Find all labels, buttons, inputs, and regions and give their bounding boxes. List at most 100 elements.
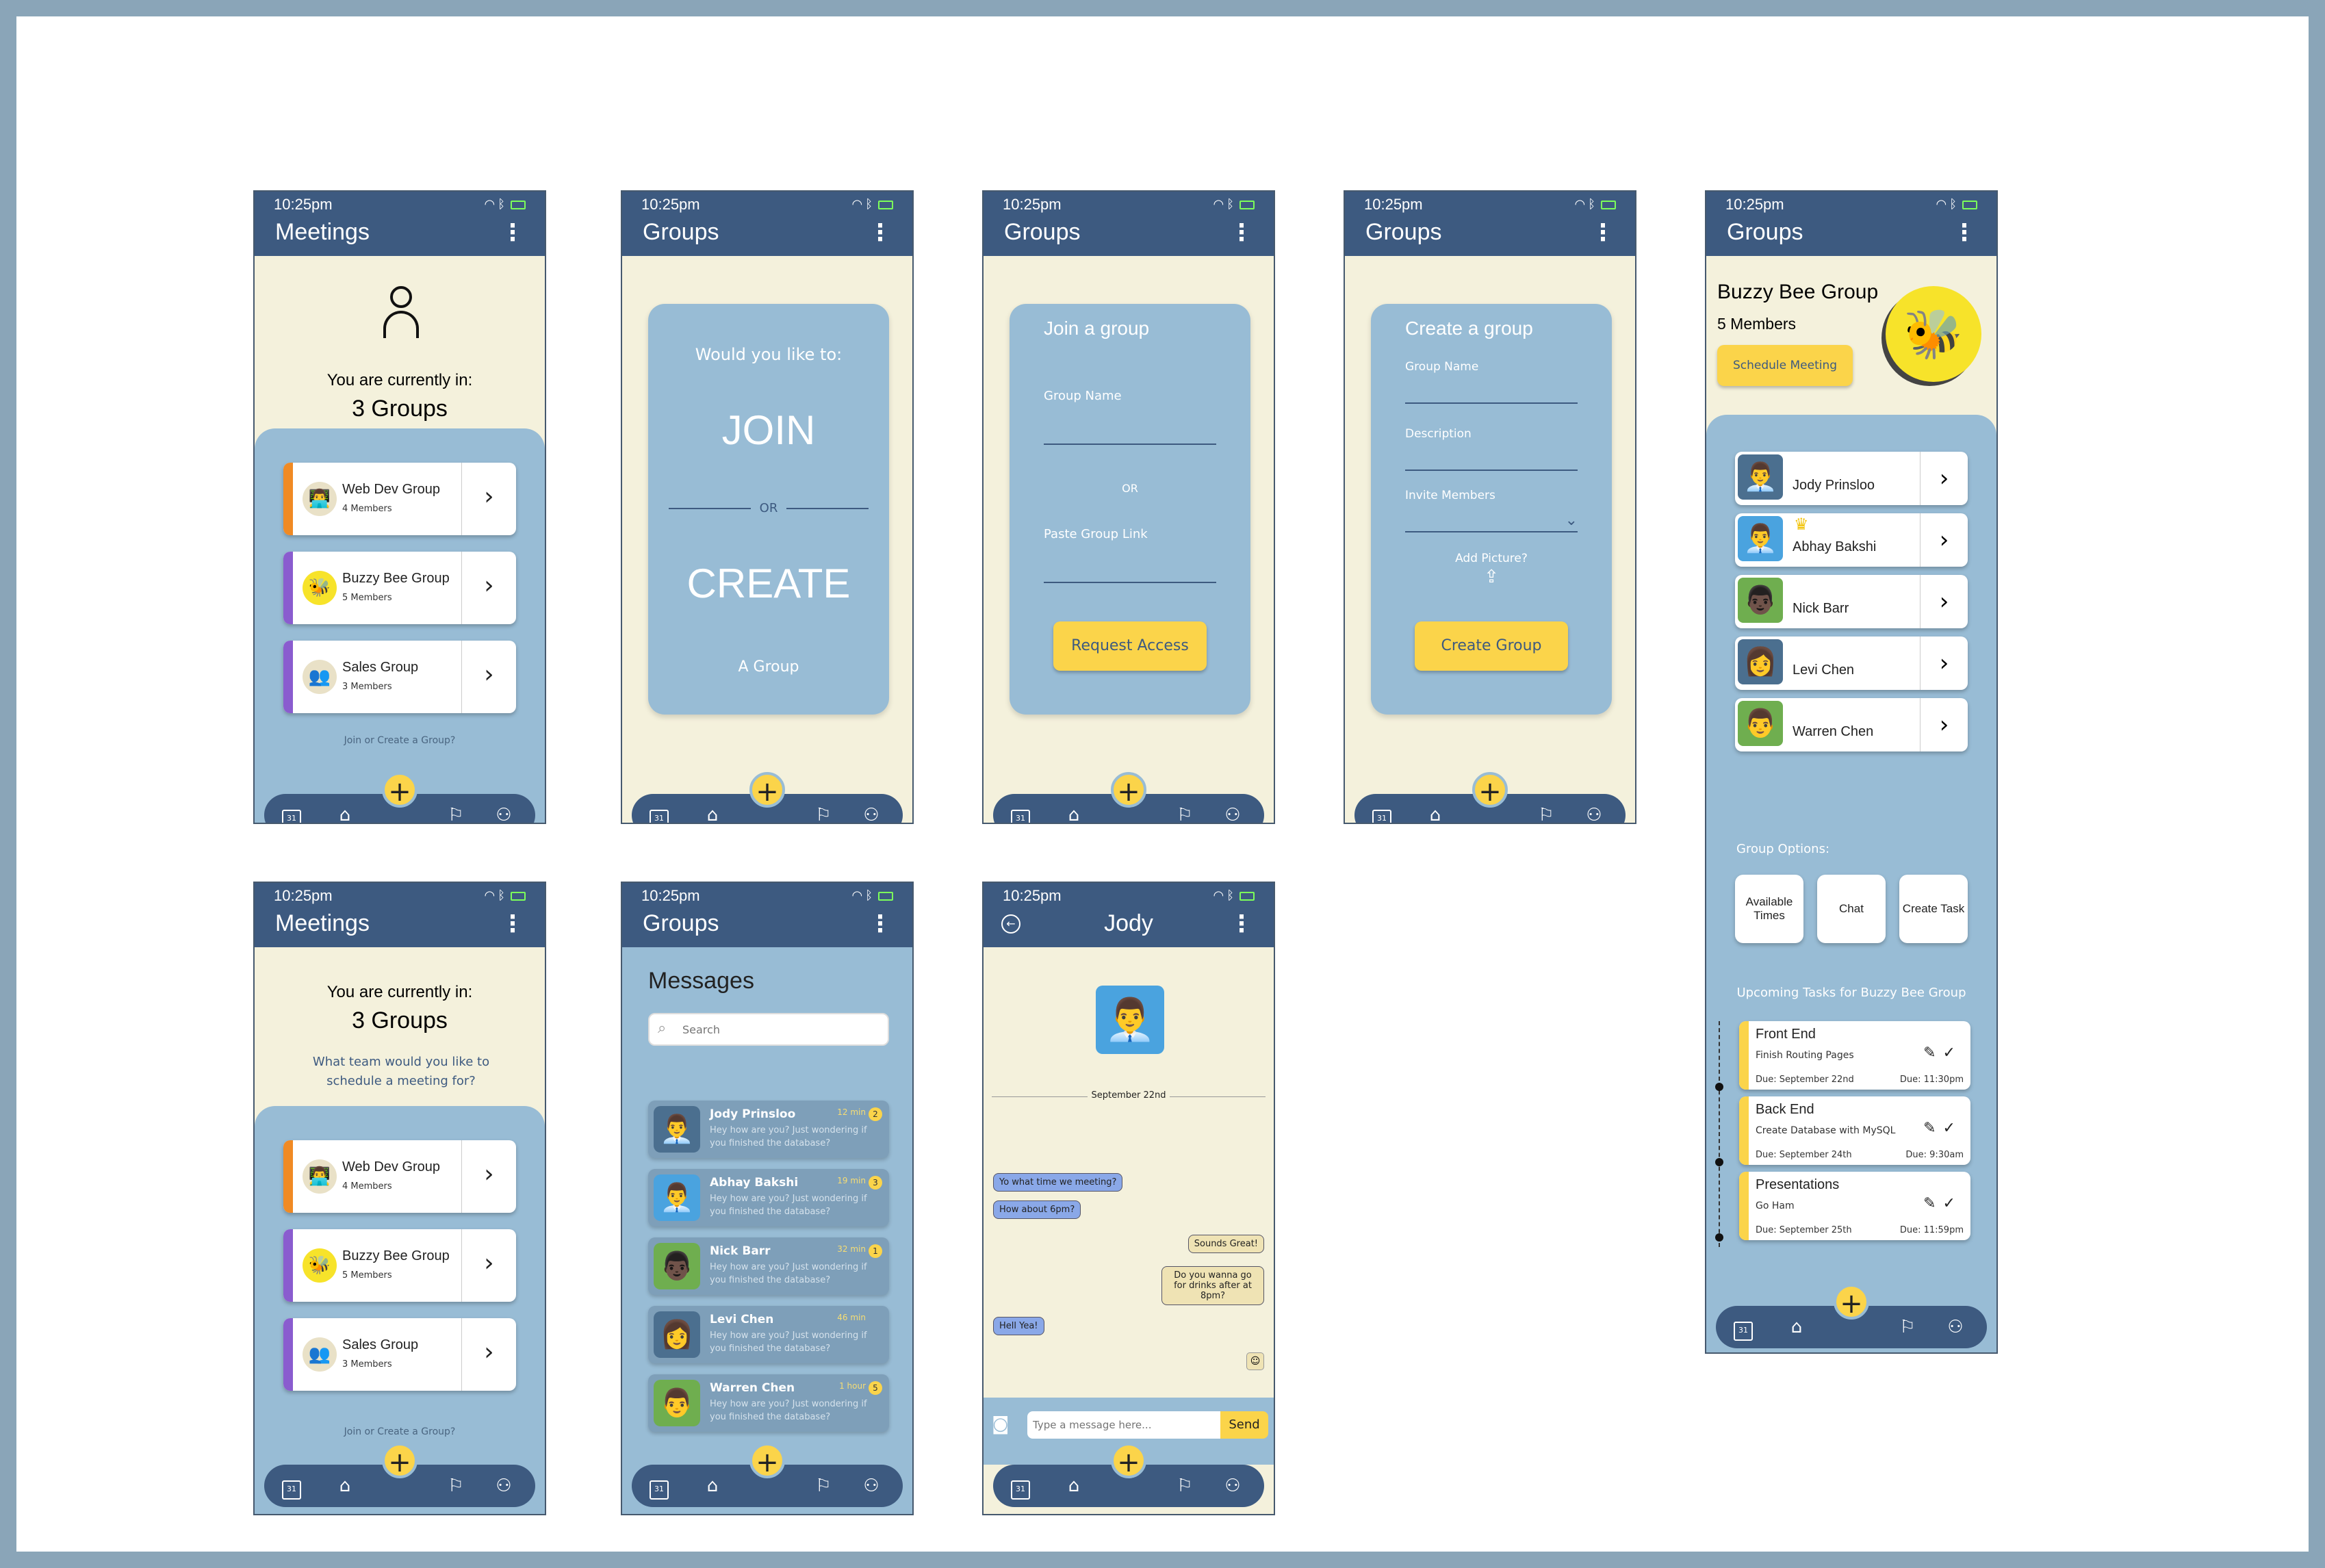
member-row[interactable]: 👨 Warren Chen › <box>1735 698 1968 751</box>
edit-check-icons[interactable]: ✎✓ <box>1923 1120 1962 1137</box>
group-card-sales[interactable]: 👥 Sales Group 3 Members › <box>283 641 516 713</box>
groups-icon[interactable]: ⚇ <box>1582 803 1606 823</box>
search-input[interactable] <box>682 1020 874 1039</box>
upload-icon[interactable]: ⇪ <box>1371 567 1612 587</box>
more-menu-icon[interactable]: ⋮ <box>1230 219 1253 246</box>
invite-members-select[interactable] <box>1405 531 1578 532</box>
home-icon[interactable]: ⌂ <box>1784 1315 1809 1339</box>
edit-check-icons[interactable]: ✎✓ <box>1923 1195 1962 1212</box>
calendar-icon[interactable]: 31 <box>279 1474 304 1500</box>
task-card[interactable]: Presentations Go Ham ✎✓ Due: September 2… <box>1739 1172 1970 1240</box>
search-box[interactable]: ⌕ <box>648 1013 889 1046</box>
calendar-icon[interactable]: 31 <box>279 803 304 823</box>
chevron-right-icon[interactable]: › <box>461 641 516 713</box>
edit-check-icons[interactable]: ✎✓ <box>1923 1044 1962 1062</box>
member-row[interactable]: 👩 Levi Chen › <box>1735 637 1968 690</box>
chevron-right-icon[interactable]: › <box>461 1140 516 1213</box>
add-button[interactable]: + <box>382 1443 418 1478</box>
groups-icon[interactable]: ⚇ <box>1220 803 1245 823</box>
member-row[interactable]: 👨‍💼 ♛ Abhay Bakshi › <box>1735 513 1968 567</box>
announcement-icon[interactable]: ⚐ <box>811 803 836 823</box>
more-menu-icon[interactable]: ⋮ <box>869 219 892 246</box>
more-menu-icon[interactable]: ⋮ <box>1230 910 1253 938</box>
message-row[interactable]: 👨‍💼 Abhay Bakshi 19 min 3 Hey how are yo… <box>648 1169 889 1226</box>
announcement-icon[interactable]: ⚐ <box>1895 1315 1920 1339</box>
add-picture-label[interactable]: Add Picture? <box>1371 552 1612 565</box>
add-button[interactable]: + <box>1834 1284 1869 1320</box>
announcement-icon[interactable]: ⚐ <box>811 1474 836 1498</box>
group-card-buzzy-bee[interactable]: 🐝 Buzzy Bee Group 5 Members › <box>283 1229 516 1302</box>
group-card-buzzy-bee[interactable]: 🐝 Buzzy Bee Group 5 Members › <box>283 552 516 624</box>
chevron-down-icon[interactable]: ⌄ <box>1565 512 1578 529</box>
groups-icon[interactable]: ⚇ <box>1943 1315 1968 1339</box>
groups-icon[interactable]: ⚇ <box>859 1474 884 1498</box>
message-row[interactable]: 👨🏿 Nick Barr 32 min 1 Hey how are you? J… <box>648 1237 889 1295</box>
task-card[interactable]: Front End Finish Routing Pages ✎✓ Due: S… <box>1739 1021 1970 1090</box>
group-name-input[interactable] <box>1405 402 1578 404</box>
group-card-web-dev[interactable]: 👨‍💻 Web Dev Group 4 Members › <box>283 463 516 535</box>
message-row[interactable]: 👨‍💼 Jody Prinsloo 12 min 2 Hey how are y… <box>648 1101 889 1158</box>
home-icon[interactable]: ⌂ <box>700 1474 725 1498</box>
add-button[interactable]: + <box>749 1443 785 1478</box>
more-menu-icon[interactable]: ⋮ <box>869 910 892 938</box>
message-input[interactable] <box>1027 1411 1220 1439</box>
calendar-icon[interactable]: 31 <box>647 1474 671 1500</box>
send-button[interactable]: Send <box>1220 1411 1268 1439</box>
request-access-button[interactable]: Request Access <box>1053 621 1207 671</box>
join-option[interactable]: JOIN <box>648 407 889 454</box>
add-button[interactable]: + <box>1111 772 1146 808</box>
group-name-input[interactable] <box>1044 444 1216 445</box>
message-row[interactable]: 👩 Levi Chen 46 min Hey how are you? Just… <box>648 1306 889 1363</box>
chat-button[interactable]: Chat <box>1817 875 1886 943</box>
description-input[interactable] <box>1405 470 1578 471</box>
home-icon[interactable]: ⌂ <box>700 803 725 823</box>
chevron-right-icon[interactable]: › <box>1920 513 1968 567</box>
calendar-icon[interactable]: 31 <box>647 803 671 823</box>
group-link-input[interactable] <box>1044 582 1216 583</box>
announcement-icon[interactable]: ⚐ <box>1172 803 1197 823</box>
chevron-right-icon[interactable]: › <box>461 463 516 535</box>
calendar-icon[interactable]: 31 <box>1370 803 1394 823</box>
add-button[interactable]: + <box>749 772 785 808</box>
chevron-right-icon[interactable]: › <box>461 1318 516 1391</box>
add-button[interactable]: + <box>382 772 418 808</box>
announcement-icon[interactable]: ⚐ <box>444 803 468 823</box>
announcement-icon[interactable]: ⚐ <box>1172 1474 1197 1498</box>
available-times-button[interactable]: Available Times <box>1735 875 1803 943</box>
create-option[interactable]: CREATE <box>648 560 889 607</box>
create-task-button[interactable]: Create Task <box>1899 875 1968 943</box>
chevron-right-icon[interactable]: › <box>461 552 516 624</box>
groups-icon[interactable]: ⚇ <box>491 803 516 823</box>
group-card-web-dev[interactable]: 👨‍💻 Web Dev Group 4 Members › <box>283 1140 516 1213</box>
home-icon[interactable]: ⌂ <box>333 1474 357 1498</box>
emoji-reaction-icon[interactable]: ☺ <box>1246 1352 1264 1370</box>
create-group-button[interactable]: Create Group <box>1415 621 1568 671</box>
member-row[interactable]: 👨🏿 Nick Barr › <box>1735 575 1968 628</box>
home-icon[interactable]: ⌂ <box>1062 803 1086 823</box>
more-menu-icon[interactable]: ⋮ <box>501 219 524 246</box>
home-icon[interactable]: ⌂ <box>333 803 357 823</box>
more-menu-icon[interactable]: ⋮ <box>501 910 524 938</box>
home-icon[interactable]: ⌂ <box>1423 803 1448 823</box>
message-row[interactable]: 👨 Warren Chen 1 hour 5 Hey how are you? … <box>648 1374 889 1432</box>
schedule-meeting-button[interactable]: Schedule Meeting <box>1717 345 1853 386</box>
add-button[interactable]: + <box>1472 772 1508 808</box>
more-menu-icon[interactable]: ⋮ <box>1953 219 1976 246</box>
chevron-right-icon[interactable]: › <box>1920 698 1968 751</box>
calendar-icon[interactable]: 31 <box>1008 1474 1033 1500</box>
calendar-icon[interactable]: 31 <box>1731 1315 1756 1341</box>
announcement-icon[interactable]: ⚐ <box>1534 803 1558 823</box>
chevron-right-icon[interactable]: › <box>461 1229 516 1302</box>
chevron-right-icon[interactable]: › <box>1920 575 1968 628</box>
announcement-icon[interactable]: ⚐ <box>444 1474 468 1498</box>
groups-icon[interactable]: ⚇ <box>491 1474 516 1498</box>
add-button[interactable]: + <box>1111 1443 1146 1478</box>
groups-icon[interactable]: ⚇ <box>1220 1474 1245 1498</box>
member-row[interactable]: 👨‍💼 Jody Prinsloo › <box>1735 452 1968 505</box>
chevron-right-icon[interactable]: › <box>1920 452 1968 505</box>
task-card[interactable]: Back End Create Database with MySQL ✎✓ D… <box>1739 1096 1970 1165</box>
join-create-link[interactable]: Join or Create a Group? <box>255 1426 545 1437</box>
more-menu-icon[interactable]: ⋮ <box>1591 219 1615 246</box>
home-icon[interactable]: ⌂ <box>1062 1474 1086 1498</box>
chevron-right-icon[interactable]: › <box>1920 637 1968 690</box>
